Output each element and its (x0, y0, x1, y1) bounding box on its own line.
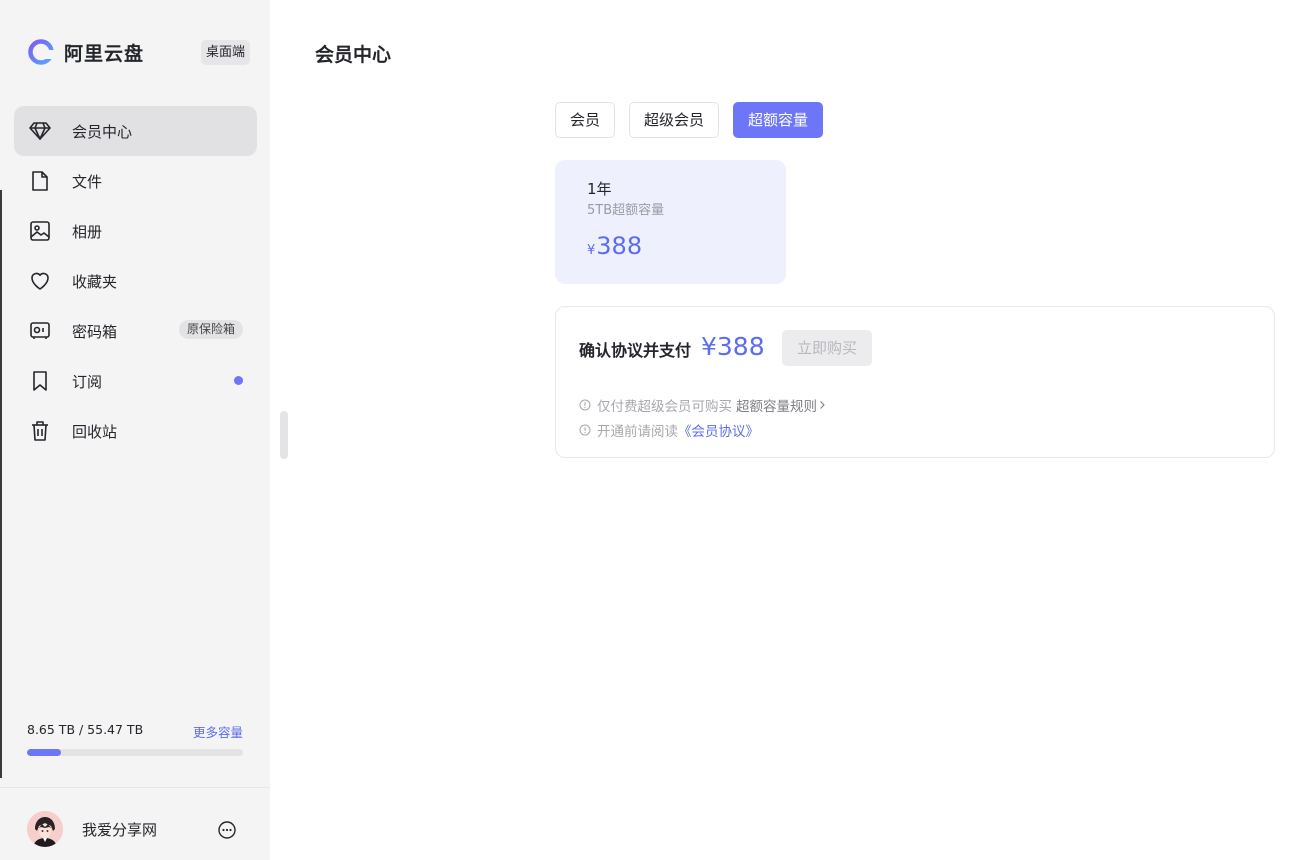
unread-dot (234, 376, 243, 385)
note-text: 开通前请阅读 (597, 424, 678, 440)
confirm-pay-label: 确认协议并支付 (579, 341, 692, 360)
user-profile[interactable]: 我爱分享网 (27, 811, 157, 847)
app-window: 阿里云盘 桌面端 会员中心 文件 相册 收藏夹 密码箱 原保险箱 订阅 回收站 … (0, 0, 1308, 860)
sidebar-item-files[interactable]: 文件 (14, 156, 257, 206)
storage-usage: 8.65 TB / 55.47 TB 更多容量 (27, 722, 243, 756)
sidebar-item-subscriptions[interactable]: 订阅 (14, 356, 257, 406)
plan-price-value: 388 (596, 232, 643, 260)
storage-progress-bar (27, 749, 243, 756)
agreement-note: 开通前请阅读 《会员协议》 (579, 420, 759, 440)
safe-icon (28, 319, 52, 343)
payment-panel: 确认协议并支付 ¥388 立即购买 仅付费超级会员可购买 超额容量规则 开通前请… (555, 306, 1275, 458)
sidebar-item-member-center[interactable]: 会员中心 (14, 106, 257, 156)
chevron-right-icon (820, 401, 825, 409)
app-name: 阿里云盘 (64, 42, 145, 65)
heart-icon (28, 269, 52, 293)
photo-icon (28, 219, 52, 243)
bookmark-icon (28, 369, 52, 393)
tab-extra-capacity[interactable]: 超额容量 (733, 102, 824, 138)
app-logo[interactable]: 阿里云盘 (27, 38, 144, 66)
purchase-eligibility-note: 仅付费超级会员可购买 超额容量规则 (579, 395, 827, 415)
storage-progress-fill (27, 749, 61, 756)
sidebar-nav: 会员中心 文件 相册 收藏夹 密码箱 原保险箱 订阅 回收站 (14, 106, 257, 456)
diamond-icon (28, 119, 52, 143)
user-name: 我爱分享网 (82, 820, 158, 839)
pay-amount: ¥388 (701, 332, 765, 361)
window-edge-line (0, 190, 2, 778)
info-icon (579, 399, 591, 411)
trash-icon (28, 419, 52, 443)
sidebar-item-label: 会员中心 (72, 122, 133, 141)
more-options-icon[interactable] (217, 820, 237, 840)
sidebar-item-label: 密码箱 (72, 322, 118, 341)
sidebar-divider (0, 787, 270, 788)
platform-badge: 桌面端 (201, 40, 251, 65)
tab-member[interactable]: 会员 (555, 102, 616, 138)
aliyun-drive-logo-icon (28, 39, 54, 65)
sidebar-item-label: 回收站 (72, 422, 118, 441)
buy-now-button[interactable]: 立即购买 (782, 330, 872, 366)
former-safe-badge: 原保险箱 (178, 320, 243, 339)
plan-price: ¥ 388 (587, 232, 642, 260)
storage-usage-text: 8.65 TB / 55.47 TB (27, 722, 144, 737)
info-icon (579, 424, 591, 436)
plan-card-1-year[interactable]: 1年 5TB超额容量 ¥ 388 (555, 160, 786, 284)
tab-super-member[interactable]: 超级会员 (629, 102, 720, 138)
sidebar-item-favorites[interactable]: 收藏夹 (14, 256, 257, 306)
sidebar-item-album[interactable]: 相册 (14, 206, 257, 256)
file-icon (28, 169, 52, 193)
sidebar: 阿里云盘 桌面端 会员中心 文件 相册 收藏夹 密码箱 原保险箱 订阅 回收站 … (0, 0, 270, 860)
more-capacity-link[interactable]: 更多容量 (193, 722, 243, 741)
membership-tabs: 会员 超级会员 超额容量 (555, 102, 837, 138)
plan-price-currency: ¥ (587, 243, 596, 258)
capacity-rules-link-text: 超额容量规则 (736, 399, 817, 415)
sidebar-item-label: 相册 (72, 222, 103, 241)
page-title: 会员中心 (315, 44, 392, 66)
member-agreement-link[interactable]: 《会员协议》 (678, 420, 759, 440)
plan-duration: 1年 (587, 180, 612, 198)
capacity-rules-link[interactable]: 超额容量规则 (736, 395, 827, 415)
sidebar-item-label: 收藏夹 (72, 272, 118, 291)
sidebar-item-recycle-bin[interactable]: 回收站 (14, 406, 257, 456)
sidebar-item-password-box[interactable]: 密码箱 原保险箱 (14, 306, 257, 356)
sidebar-resize-handle[interactable] (280, 411, 288, 459)
avatar[interactable] (27, 811, 63, 847)
sidebar-item-label: 订阅 (72, 372, 103, 391)
note-text: 仅付费超级会员可购买 (597, 399, 732, 415)
sidebar-item-label: 文件 (72, 172, 103, 191)
plan-description: 5TB超额容量 (587, 203, 665, 218)
